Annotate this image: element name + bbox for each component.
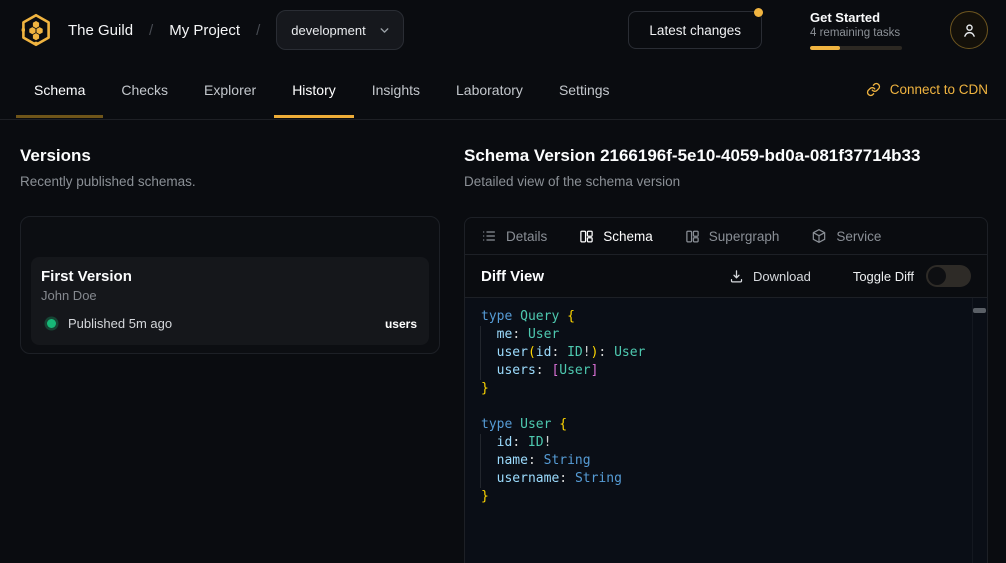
nav-tab-label: Laboratory xyxy=(456,82,523,98)
code-line: type User { xyxy=(481,416,971,434)
get-started-title: Get Started xyxy=(810,10,902,25)
versions-subtitle: Recently published schemas. xyxy=(20,174,440,189)
connect-cdn-link[interactable]: Connect to CDN xyxy=(866,60,988,119)
nav-tab-label: History xyxy=(292,82,336,98)
nav-tab-label: Checks xyxy=(121,82,168,98)
progress-fill xyxy=(810,46,840,50)
user-icon xyxy=(961,22,978,39)
nav-tab-label: Explorer xyxy=(204,82,256,98)
code-line: id: ID! xyxy=(481,434,971,452)
get-started-progress xyxy=(810,46,902,50)
nav-tab-label: Insights xyxy=(372,82,420,98)
list-icon xyxy=(481,228,497,244)
schema-version-subtitle: Detailed view of the schema version xyxy=(464,174,988,189)
breadcrumb-separator: / xyxy=(256,22,260,39)
get-started-subtitle: 4 remaining tasks xyxy=(810,27,902,39)
download-label: Download xyxy=(753,269,811,284)
detail-tab-label: Schema xyxy=(603,229,653,244)
top-bar: The Guild / My Project / development Lat… xyxy=(0,0,1006,60)
versions-group-card: First Version John Doe Published 5m ago … xyxy=(20,216,440,354)
indent-guide xyxy=(480,434,481,488)
detail-tab-schema[interactable]: Schema xyxy=(579,229,653,244)
version-card[interactable]: First Version John Doe Published 5m ago … xyxy=(31,257,429,345)
avatar-button[interactable] xyxy=(950,11,988,49)
published-status-dot xyxy=(47,319,56,328)
latest-changes-button[interactable]: Latest changes xyxy=(628,11,762,49)
nav-tabs: Schema Checks Explorer History Insights Labor… xyxy=(16,60,628,119)
nav-tab-schema[interactable]: Schema xyxy=(16,60,103,119)
switch-knob xyxy=(928,267,946,285)
connect-cdn-label: Connect to CDN xyxy=(890,82,988,97)
versions-panel: Versions Recently published schemas. Fir… xyxy=(20,120,440,563)
diff-view-title: Diff View xyxy=(481,268,544,285)
nav-tab-checks[interactable]: Checks xyxy=(103,60,186,119)
detail-tab-details[interactable]: Details xyxy=(481,228,547,244)
get-started-widget[interactable]: Get Started 4 remaining tasks xyxy=(810,10,902,50)
main-content: Versions Recently published schemas. Fir… xyxy=(0,120,1006,563)
nav-tab-settings[interactable]: Settings xyxy=(541,60,628,119)
code-line: users: [User] xyxy=(481,362,971,380)
breadcrumb-separator: / xyxy=(149,22,153,39)
toggle-diff-switch[interactable] xyxy=(926,265,971,287)
nav-tab-insights[interactable]: Insights xyxy=(354,60,438,119)
code-line: user(id: ID!): User xyxy=(481,344,971,362)
tab-underline xyxy=(16,115,103,118)
detail-tab-service[interactable]: Service xyxy=(811,228,881,244)
cube-icon xyxy=(811,228,827,244)
nav-tab-label: Schema xyxy=(34,82,85,98)
nav-tab-laboratory[interactable]: Laboratory xyxy=(438,60,541,119)
scrollbar-thumb[interactable] xyxy=(973,308,986,313)
columns-icon xyxy=(685,229,700,244)
detail-tab-supergraph[interactable]: Supergraph xyxy=(685,229,780,244)
brand-name[interactable]: The Guild xyxy=(68,22,133,39)
latest-changes-label: Latest changes xyxy=(649,23,741,38)
link-icon xyxy=(866,82,881,97)
chevron-down-icon xyxy=(378,24,391,37)
notification-dot xyxy=(754,8,763,17)
environment-label: development xyxy=(291,23,365,38)
main-nav: Schema Checks Explorer History Insights Labor… xyxy=(0,60,1006,120)
environment-selector[interactable]: development xyxy=(276,10,404,50)
version-author: John Doe xyxy=(41,288,417,303)
code-line xyxy=(481,398,971,416)
tab-underline xyxy=(274,115,354,118)
columns-icon xyxy=(579,229,594,244)
nav-tab-label: Settings xyxy=(559,82,610,98)
detail-tab-label: Service xyxy=(836,229,881,244)
version-status: Published 5m ago xyxy=(68,316,172,331)
code-viewer[interactable]: type Query { me: User user(id: ID!): Use… xyxy=(465,298,987,563)
indent-guide xyxy=(480,326,481,380)
schema-version-panel: Schema Version 2166196f-5e10-4059-bd0a-0… xyxy=(464,120,988,563)
detail-tab-label: Supergraph xyxy=(709,229,780,244)
code-line: } xyxy=(481,380,971,398)
schema-version-card: Details Schema Supergraph Service Diff View… xyxy=(464,217,988,563)
nav-tab-explorer[interactable]: Explorer xyxy=(186,60,274,119)
nav-tab-history[interactable]: History xyxy=(274,60,354,119)
download-icon xyxy=(729,269,744,284)
code-scrollbar[interactable] xyxy=(972,298,987,563)
hive-logo-icon[interactable] xyxy=(18,12,54,48)
code-line: } xyxy=(481,488,971,506)
schema-version-title: Schema Version 2166196f-5e10-4059-bd0a-0… xyxy=(464,146,988,166)
service-badge: users xyxy=(385,317,417,331)
toggle-diff-label: Toggle Diff xyxy=(853,269,914,284)
code-line: me: User xyxy=(481,326,971,344)
code-line: type Query { xyxy=(481,308,971,326)
detail-tab-label: Details xyxy=(506,229,547,244)
versions-title: Versions xyxy=(20,146,440,166)
download-button[interactable]: Download xyxy=(729,269,811,284)
project-name[interactable]: My Project xyxy=(169,22,240,39)
detail-tabs: Details Schema Supergraph Service xyxy=(465,218,987,255)
version-name: First Version xyxy=(41,268,417,285)
code-line: name: String xyxy=(481,452,971,470)
diff-header: Diff View Download Toggle Diff xyxy=(465,255,987,298)
code-line: username: String xyxy=(481,470,971,488)
